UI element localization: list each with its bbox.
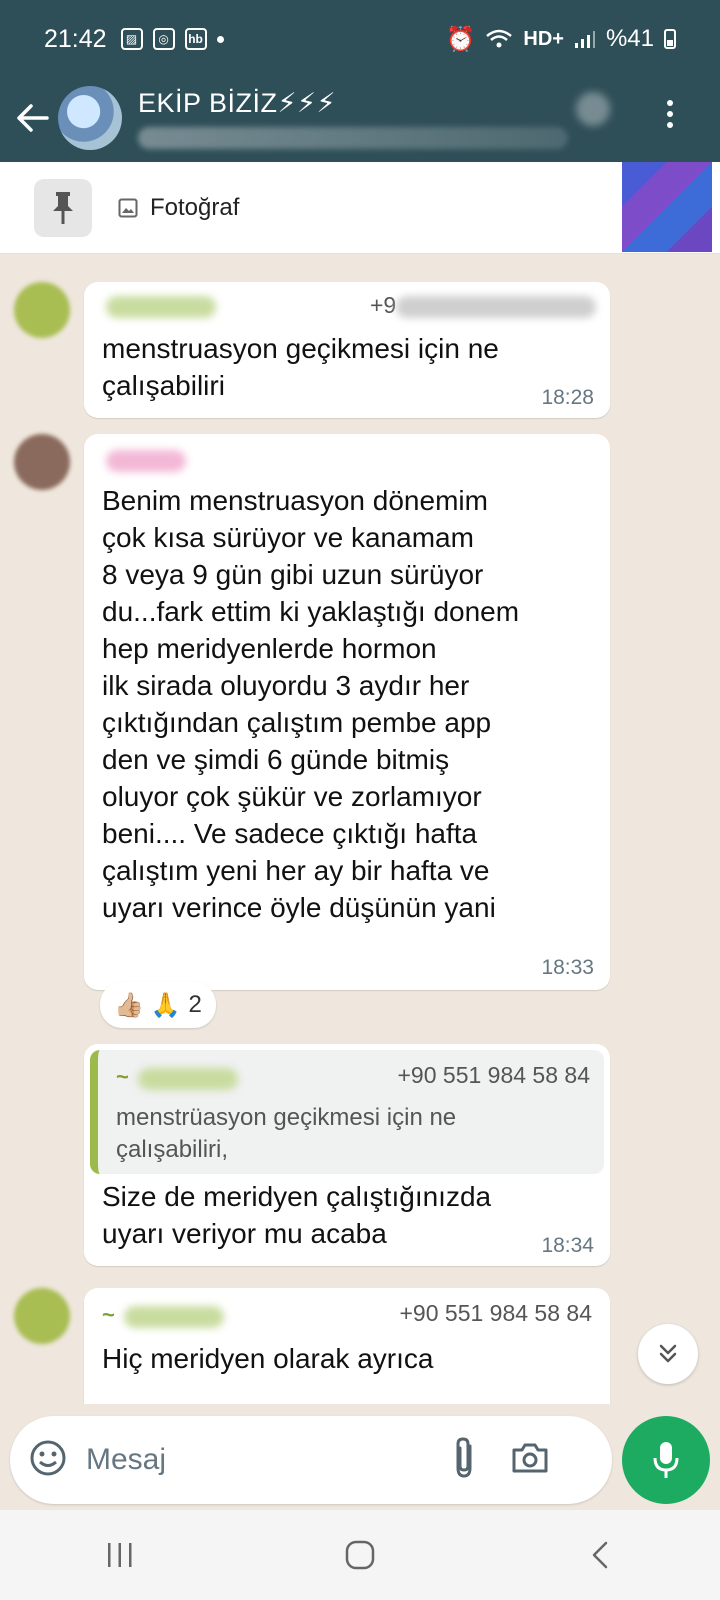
message-text: Size de meridyen çalıştığınızda uyarı ve… bbox=[102, 1181, 492, 1249]
message-bubble[interactable]: ~ +90 551 984 58 84 menstrüasyon geçikme… bbox=[84, 1044, 610, 1266]
attach-button[interactable] bbox=[450, 1436, 478, 1485]
status-time: 21:42 bbox=[44, 24, 107, 53]
emoji-button[interactable] bbox=[28, 1438, 68, 1483]
home-button[interactable] bbox=[320, 1525, 400, 1585]
system-nav-bar bbox=[0, 1510, 720, 1600]
chat-header: EKİP BİZİZ⚡⚡⚡ bbox=[0, 74, 720, 162]
signal-icon bbox=[574, 31, 595, 48]
voice-message-button[interactable] bbox=[622, 1416, 710, 1504]
chevron-left-icon bbox=[592, 1541, 608, 1569]
quote-phone: +90 551 984 58 84 bbox=[397, 1062, 591, 1088]
pin-icon bbox=[53, 191, 73, 224]
home-icon bbox=[345, 1540, 375, 1570]
message-text: Hiç meridyen olarak ayrıca bbox=[102, 1343, 434, 1374]
message-time: 18:33 bbox=[541, 956, 594, 979]
wifi-icon bbox=[486, 29, 513, 48]
message-time: 18:28 bbox=[541, 386, 594, 409]
group-info[interactable]: EKİP BİZİZ⚡⚡⚡ bbox=[138, 88, 608, 149]
sender-avatar[interactable] bbox=[14, 434, 70, 490]
message-text: menstruasyon geçikmesi için ne çalışabil… bbox=[102, 333, 499, 401]
pin-button[interactable] bbox=[34, 178, 92, 237]
message-time: 18:34 bbox=[541, 1234, 594, 1257]
sender-prefix: ~ bbox=[102, 1302, 115, 1327]
message-input[interactable] bbox=[86, 1443, 446, 1477]
redacted-header-icon bbox=[576, 92, 610, 126]
sender-phone-redacted bbox=[396, 296, 596, 318]
pinned-content: Fotoğraf bbox=[118, 194, 239, 222]
camera-button[interactable] bbox=[510, 1441, 550, 1480]
recent-apps-icon bbox=[108, 1543, 132, 1567]
reaction-count: 2 bbox=[188, 991, 202, 1018]
back-arrow-icon bbox=[17, 104, 49, 132]
message-bubble[interactable]: +9 menstruasyon geçikmesi için ne çalışa… bbox=[84, 282, 610, 418]
quote-text: menstrüasyon geçikmesi için ne çalışabil… bbox=[116, 1104, 457, 1163]
battery-icon bbox=[664, 29, 676, 49]
status-bar: 21:42 ▨ ◎ hb ⏰ HD+ %41 bbox=[0, 0, 720, 78]
paperclip-icon bbox=[456, 1436, 472, 1478]
scroll-to-bottom-button[interactable] bbox=[638, 1324, 698, 1384]
message-composer bbox=[10, 1416, 612, 1504]
photo-icon bbox=[118, 198, 138, 217]
pinned-thumbnail[interactable] bbox=[622, 162, 712, 252]
more-notifications-dot bbox=[216, 35, 224, 43]
emoji-icon bbox=[30, 1440, 66, 1475]
quote-sender-prefix: ~ bbox=[116, 1064, 129, 1089]
sender-name-redacted bbox=[124, 1306, 224, 1328]
chat-area[interactable]: +9 menstruasyon geçikmesi için ne çalışa… bbox=[0, 254, 720, 1404]
quoted-message[interactable]: ~ +90 551 984 58 84 menstrüasyon geçikme… bbox=[90, 1050, 604, 1174]
network-type: HD+ bbox=[523, 27, 564, 50]
group-members-redacted bbox=[138, 126, 568, 149]
sender-name-redacted bbox=[106, 296, 216, 318]
message-bubble[interactable]: Benim menstruasyon dönemim çok kısa sürü… bbox=[84, 434, 610, 990]
quote-sender-redacted bbox=[138, 1068, 238, 1090]
system-back-button[interactable] bbox=[560, 1525, 640, 1585]
sender-phone: +90 551 984 58 84 bbox=[399, 1300, 593, 1326]
sender-name-redacted bbox=[106, 450, 186, 472]
message-bubble[interactable]: ~ +90 551 984 58 84 Hiç meridyen olarak … bbox=[84, 1288, 610, 1404]
reaction-emojis: 👍🏼 🙏 bbox=[114, 991, 181, 1019]
back-button[interactable] bbox=[12, 98, 52, 138]
microphone-icon bbox=[653, 1442, 679, 1478]
hb-app-icon: hb bbox=[184, 28, 207, 50]
alarm-icon: ⏰ bbox=[445, 25, 476, 53]
more-options-button[interactable] bbox=[660, 94, 680, 134]
top-bar: 21:42 ▨ ◎ hb ⏰ HD+ %41 EKİP BİZİZ⚡⚡⚡ bbox=[0, 0, 720, 162]
pinned-label: Fotoğraf bbox=[150, 193, 240, 221]
group-name: EKİP BİZİZ⚡⚡⚡ bbox=[138, 87, 336, 118]
camera-icon bbox=[512, 1443, 548, 1472]
recent-apps-button[interactable] bbox=[80, 1525, 160, 1585]
pinned-message-bar[interactable]: Fotoğraf bbox=[0, 162, 720, 254]
battery-percent: %41 bbox=[605, 25, 654, 52]
sender-avatar[interactable] bbox=[14, 282, 70, 338]
notification-icons: ▨ ◎ hb bbox=[120, 28, 224, 50]
message-text: Benim menstruasyon dönemim çok kısa sürü… bbox=[102, 485, 520, 923]
sender-avatar[interactable] bbox=[14, 1288, 70, 1344]
gallery-icon: ▨ bbox=[120, 28, 143, 50]
status-right: ⏰ HD+ %41 bbox=[445, 25, 676, 54]
group-avatar[interactable] bbox=[58, 86, 122, 150]
message-reactions[interactable]: 👍🏼 🙏 2 bbox=[100, 982, 216, 1028]
double-chevron-down-icon bbox=[659, 1344, 677, 1363]
instagram-icon: ◎ bbox=[152, 28, 175, 50]
sender-phone: +9 bbox=[370, 292, 397, 318]
